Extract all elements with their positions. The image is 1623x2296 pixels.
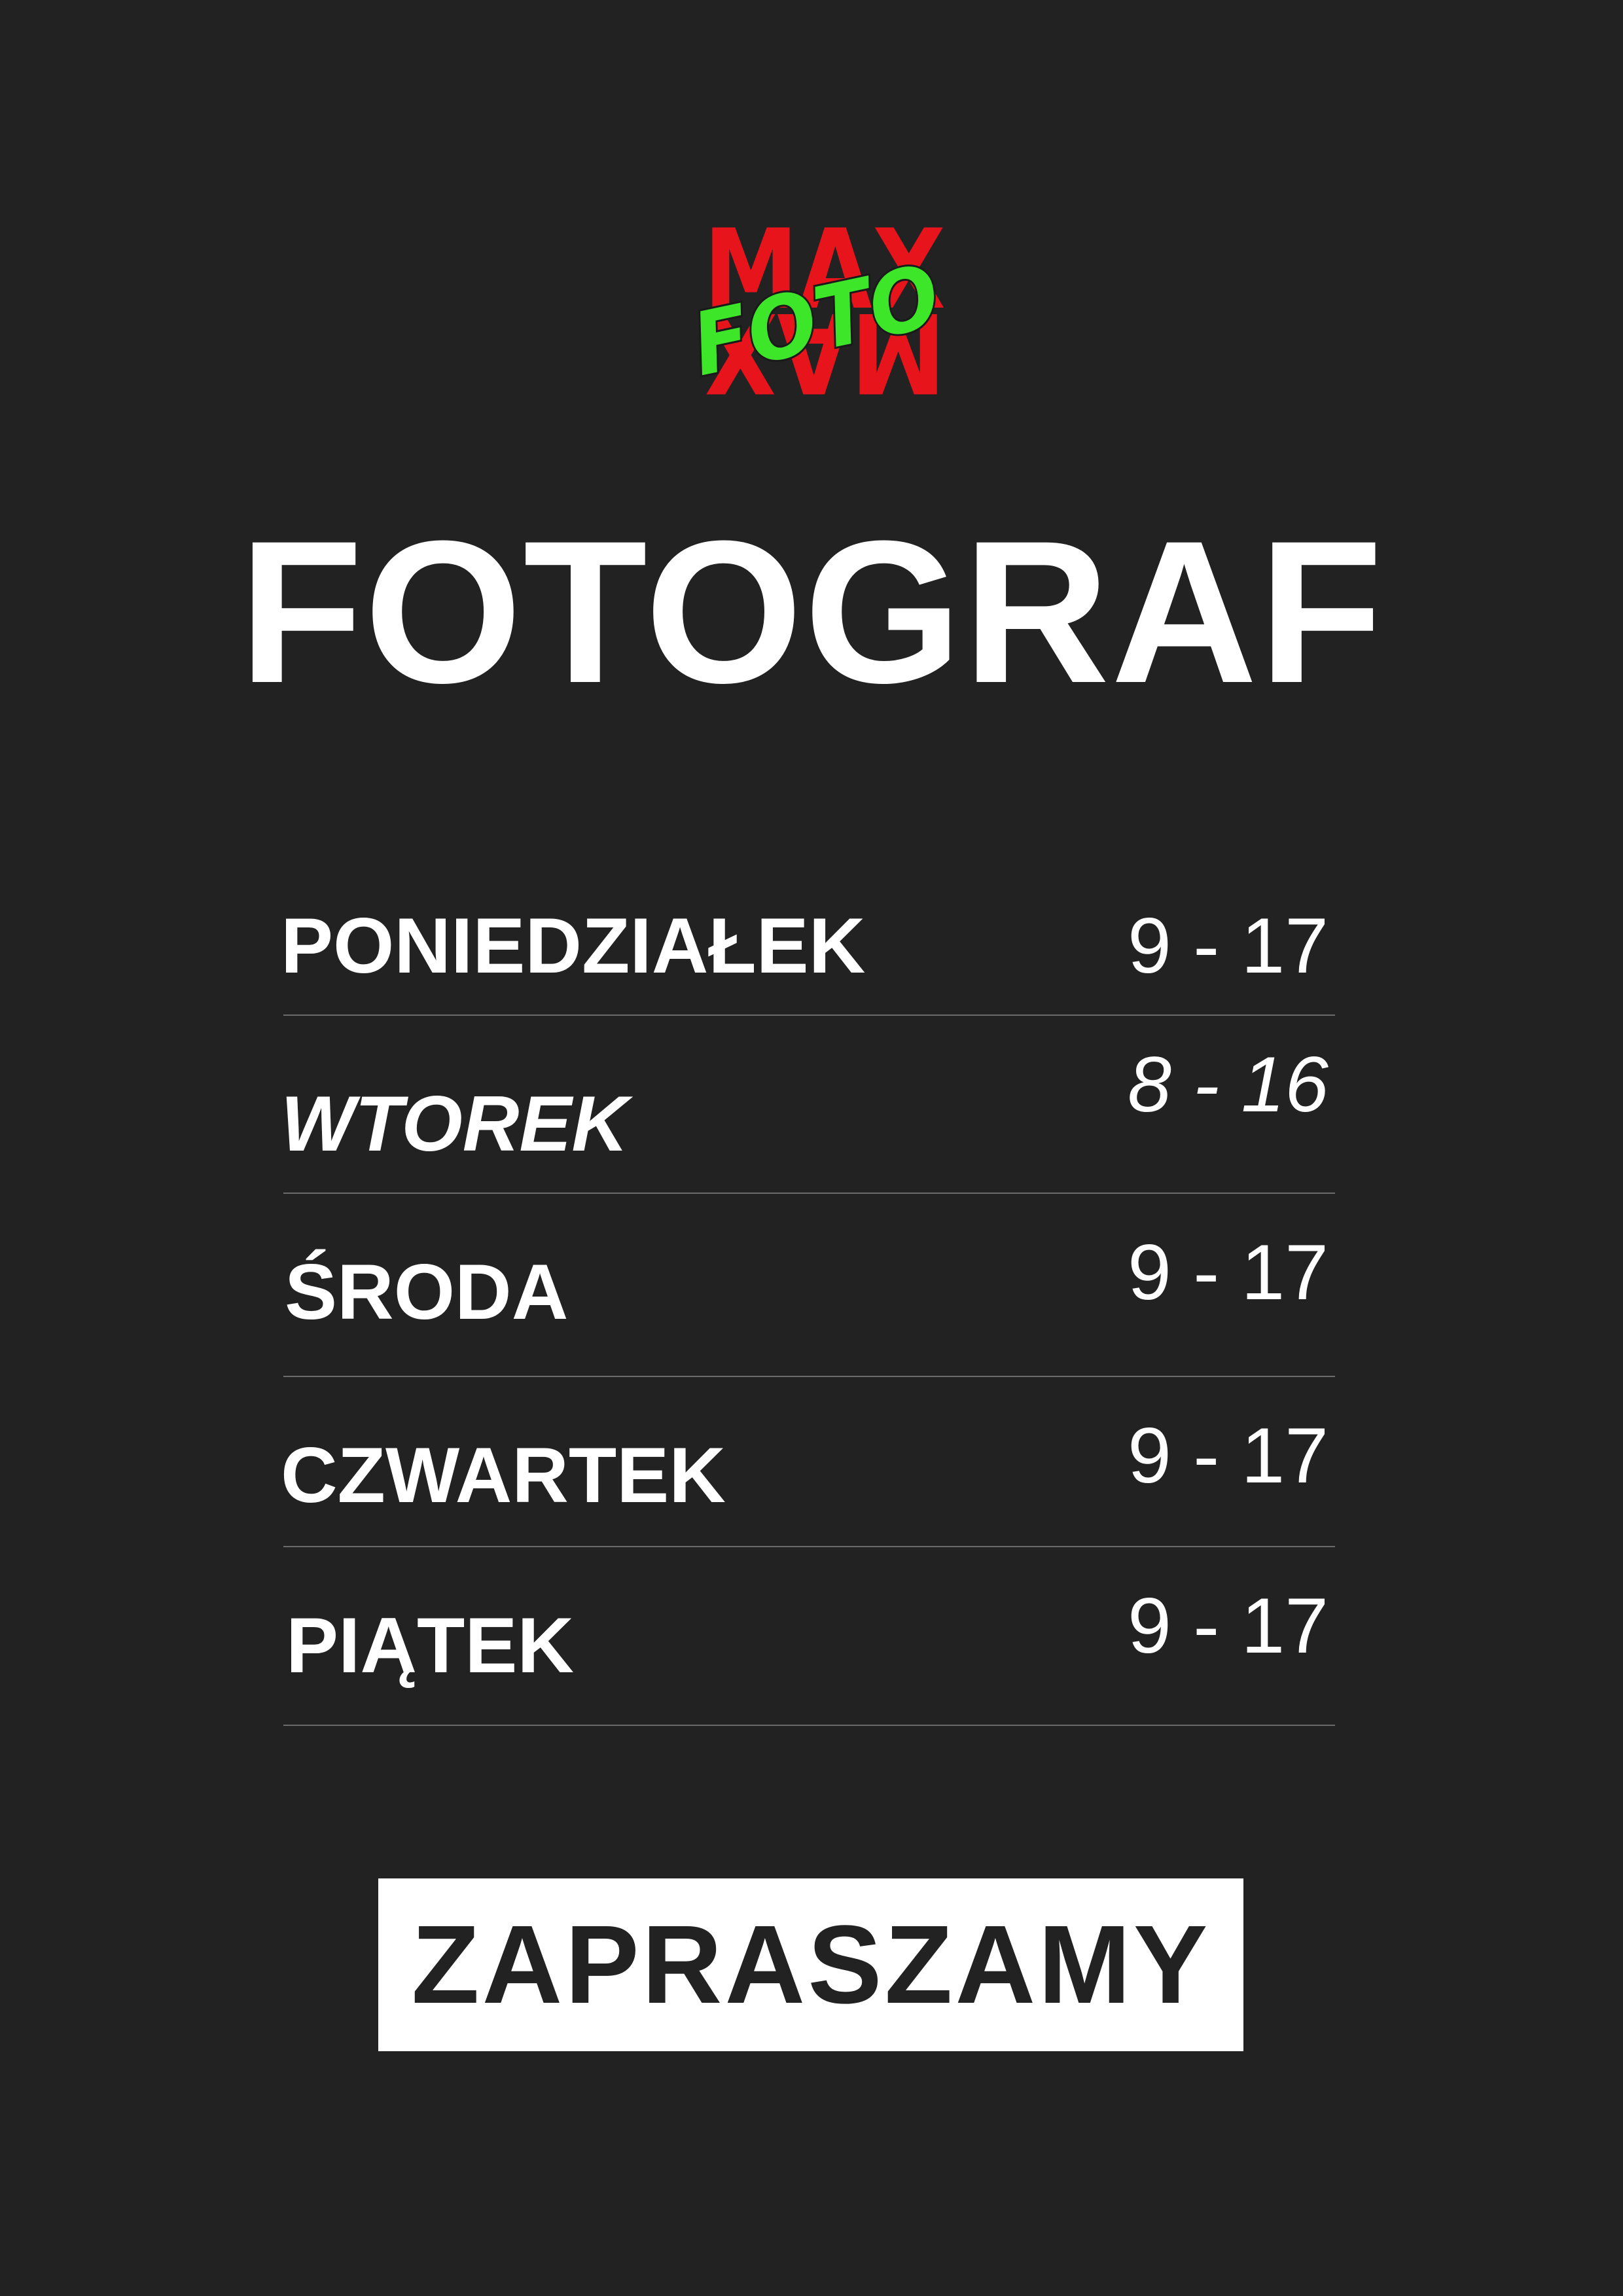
- schedule-row-tuesday: WTOREK 8 - 16: [281, 1016, 1335, 1194]
- invitation-banner: ZAPRASZAMY: [378, 1878, 1243, 2051]
- schedule-row-thursday: CZWARTEK 9 - 17: [281, 1377, 1335, 1547]
- hours-value: 9 - 17: [1128, 1412, 1329, 1499]
- day-label: WTOREK: [281, 1080, 629, 1168]
- foto-max-logo-graphic: MAX MAX FOTO: [684, 213, 946, 399]
- day-label: PIĄTEK: [286, 1602, 575, 1689]
- page-title: FOTOGRAF: [239, 498, 1384, 725]
- schedule-row-friday: PIĄTEK 9 - 17: [283, 1547, 1335, 1726]
- day-label: CZWARTEK: [281, 1431, 726, 1519]
- hours-value: 8 - 16: [1128, 1041, 1329, 1128]
- hours-value: 9 - 17: [1128, 902, 1329, 990]
- foto-max-logo: MAX MAX FOTO: [684, 213, 946, 399]
- hours-value: 9 - 17: [1128, 1582, 1329, 1670]
- opening-hours-list: PONIEDZIAŁEK 9 - 17 WTOREK 8 - 16 ŚRODA …: [281, 880, 1335, 1726]
- day-label: PONIEDZIAŁEK: [281, 902, 866, 990]
- schedule-row-monday: PONIEDZIAŁEK 9 - 17: [281, 880, 1335, 1016]
- hours-value: 9 - 17: [1128, 1229, 1329, 1316]
- schedule-row-wednesday: ŚRODA 9 - 17: [283, 1194, 1335, 1377]
- day-label: ŚRODA: [285, 1248, 569, 1336]
